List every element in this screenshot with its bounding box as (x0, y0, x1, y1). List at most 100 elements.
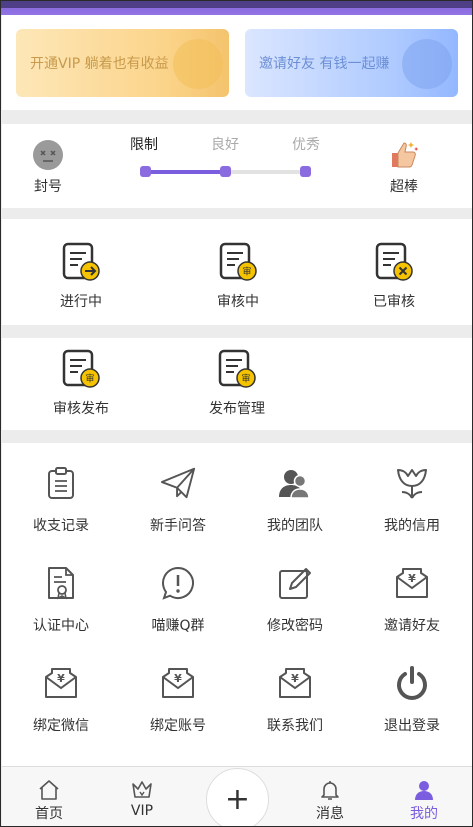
grid-item-invite[interactable]: ¥ 邀请好友 (353, 565, 471, 635)
invite-banner[interactable]: 邀请好友 有钱一起赚 (245, 29, 458, 97)
grid-item-label: 联系我们 (267, 718, 323, 734)
grid-item-label: 收支记录 (33, 518, 89, 534)
tab-messages-label: 消息 (316, 806, 344, 822)
svg-text:审: 审 (242, 266, 251, 278)
certificate-icon (43, 565, 79, 601)
clipboard-icon (43, 465, 79, 501)
level-marker-good (220, 166, 231, 177)
publish-row: 审 审核发布 审 发布管理 (2, 338, 472, 430)
svg-text:¥: ¥ (57, 672, 65, 685)
crown-icon (131, 779, 153, 801)
tab-vip-label: VIP (130, 803, 154, 819)
level-tab-restricted[interactable]: 限制 (130, 134, 158, 154)
invite-banner-text: 邀请好友 有钱一起赚 (259, 56, 390, 72)
tab-mine[interactable]: 我的 (394, 779, 454, 823)
grid-item-label: 认证中心 (33, 618, 89, 634)
task-status-row: 进行中 审 审核中 已审核 (2, 219, 472, 325)
yen-envelope-icon: ¥ (43, 665, 79, 701)
tab-vip[interactable]: VIP (112, 779, 172, 819)
grid-item-change-password[interactable]: 修改密码 (236, 565, 354, 635)
grid-item-qq-group[interactable]: 喵赚Q群 (119, 565, 237, 635)
tab-mine-label: 我的 (410, 806, 438, 822)
credit-level-section: 封号 限制 良好 优秀 超棒 (2, 124, 472, 208)
bottom-tab-bar: 首页 VIP + 消息 我的 (2, 766, 472, 826)
app-frame: 开通VIP 躺着也有收益 邀请好友 有钱一起赚 封号 限制 良好 优秀 超棒 进… (0, 0, 473, 827)
svg-text:审: 审 (241, 373, 250, 385)
plus-icon: + (224, 782, 251, 817)
level-progress-fill (140, 170, 224, 174)
review-publish-label: 审核发布 (53, 401, 109, 417)
tab-messages[interactable]: 消息 (300, 779, 360, 823)
review-publish[interactable]: 审 审核发布 (21, 348, 141, 418)
awesome-label: 超棒 (390, 179, 418, 195)
level-marker-restricted (140, 166, 151, 177)
banner-section: 开通VIP 躺着也有收益 邀请好友 有钱一起赚 (2, 15, 472, 110)
task-under-review[interactable]: 审 审核中 (178, 241, 298, 311)
invite-banner-decoration (402, 39, 452, 89)
grid-item-label: 喵赚Q群 (151, 618, 205, 634)
grid-item-faq[interactable]: 新手问答 (119, 465, 237, 535)
grid-item-records[interactable]: 收支记录 (2, 465, 120, 535)
doc-review-icon: 审 (217, 348, 257, 390)
banned-status: 封号 (18, 138, 78, 196)
svg-text:审: 审 (85, 373, 94, 385)
thumbs-up-icon (387, 138, 421, 172)
grid-item-label: 邀请好友 (384, 618, 440, 634)
task-in-progress-label: 进行中 (60, 294, 102, 310)
grid-item-label: 绑定账号 (150, 718, 206, 734)
grid-item-label: 修改密码 (267, 618, 323, 634)
doc-review-icon: 审 (61, 348, 101, 390)
feature-grid: 收支记录 新手问答 我的团队 我的信用 认证中心 喵赚Q群 修改密码 ¥ 邀请好… (2, 443, 472, 766)
grid-item-credit[interactable]: 我的信用 (353, 465, 471, 535)
level-tabs: 限制 良好 优秀 (130, 134, 330, 154)
grid-item-logout[interactable]: 退出登录 (353, 665, 471, 735)
home-icon (38, 779, 60, 801)
grid-item-label: 退出登录 (384, 718, 440, 734)
awesome-status: 超棒 (374, 138, 434, 196)
task-reviewed-label: 已审核 (373, 294, 415, 310)
power-icon (394, 665, 430, 701)
tulip-icon (394, 465, 430, 501)
task-reviewed[interactable]: 已审核 (334, 241, 454, 311)
alert-bubble-icon (160, 565, 196, 601)
team-icon (277, 465, 313, 501)
vip-banner-text: 开通VIP 躺着也有收益 (30, 56, 169, 72)
bell-icon (319, 779, 341, 801)
level-marker-excellent (300, 166, 311, 177)
level-tab-good[interactable]: 良好 (211, 134, 239, 154)
yen-envelope-icon: ¥ (394, 565, 430, 601)
doc-review-icon: 审 (218, 241, 258, 283)
level-progress-track (140, 166, 311, 177)
doc-arrow-icon (61, 241, 101, 283)
task-under-review-label: 审核中 (217, 294, 259, 310)
svg-text:¥: ¥ (174, 672, 182, 685)
banned-label: 封号 (34, 179, 62, 195)
svg-text:¥: ¥ (408, 572, 416, 585)
paper-plane-icon (160, 465, 196, 501)
top-status-bar (1, 1, 472, 15)
grid-item-bind-account[interactable]: ¥ 绑定账号 (119, 665, 237, 735)
grid-item-label: 绑定微信 (33, 718, 89, 734)
yen-envelope-icon: ¥ (160, 665, 196, 701)
grid-item-contact[interactable]: ¥ 联系我们 (236, 665, 354, 735)
grid-item-label: 我的团队 (267, 518, 323, 534)
grid-item-bind-wechat[interactable]: ¥ 绑定微信 (2, 665, 120, 735)
publish-management-label: 发布管理 (209, 401, 265, 417)
level-tab-excellent[interactable]: 优秀 (292, 134, 320, 154)
sad-face-icon (31, 138, 65, 172)
svg-text:¥: ¥ (291, 672, 299, 685)
user-icon (413, 779, 435, 801)
grid-item-verification[interactable]: 认证中心 (2, 565, 120, 635)
yen-envelope-icon: ¥ (277, 665, 313, 701)
grid-item-label: 新手问答 (150, 518, 206, 534)
tab-home[interactable]: 首页 (19, 779, 79, 823)
task-in-progress[interactable]: 进行中 (21, 241, 141, 311)
publish-plus-button[interactable]: + (206, 768, 269, 826)
doc-x-icon (374, 241, 414, 283)
grid-item-label: 我的信用 (384, 518, 440, 534)
publish-management[interactable]: 审 发布管理 (177, 348, 297, 418)
edit-icon (277, 565, 313, 601)
grid-item-team[interactable]: 我的团队 (236, 465, 354, 535)
tab-home-label: 首页 (35, 806, 63, 822)
vip-banner[interactable]: 开通VIP 躺着也有收益 (16, 29, 229, 97)
